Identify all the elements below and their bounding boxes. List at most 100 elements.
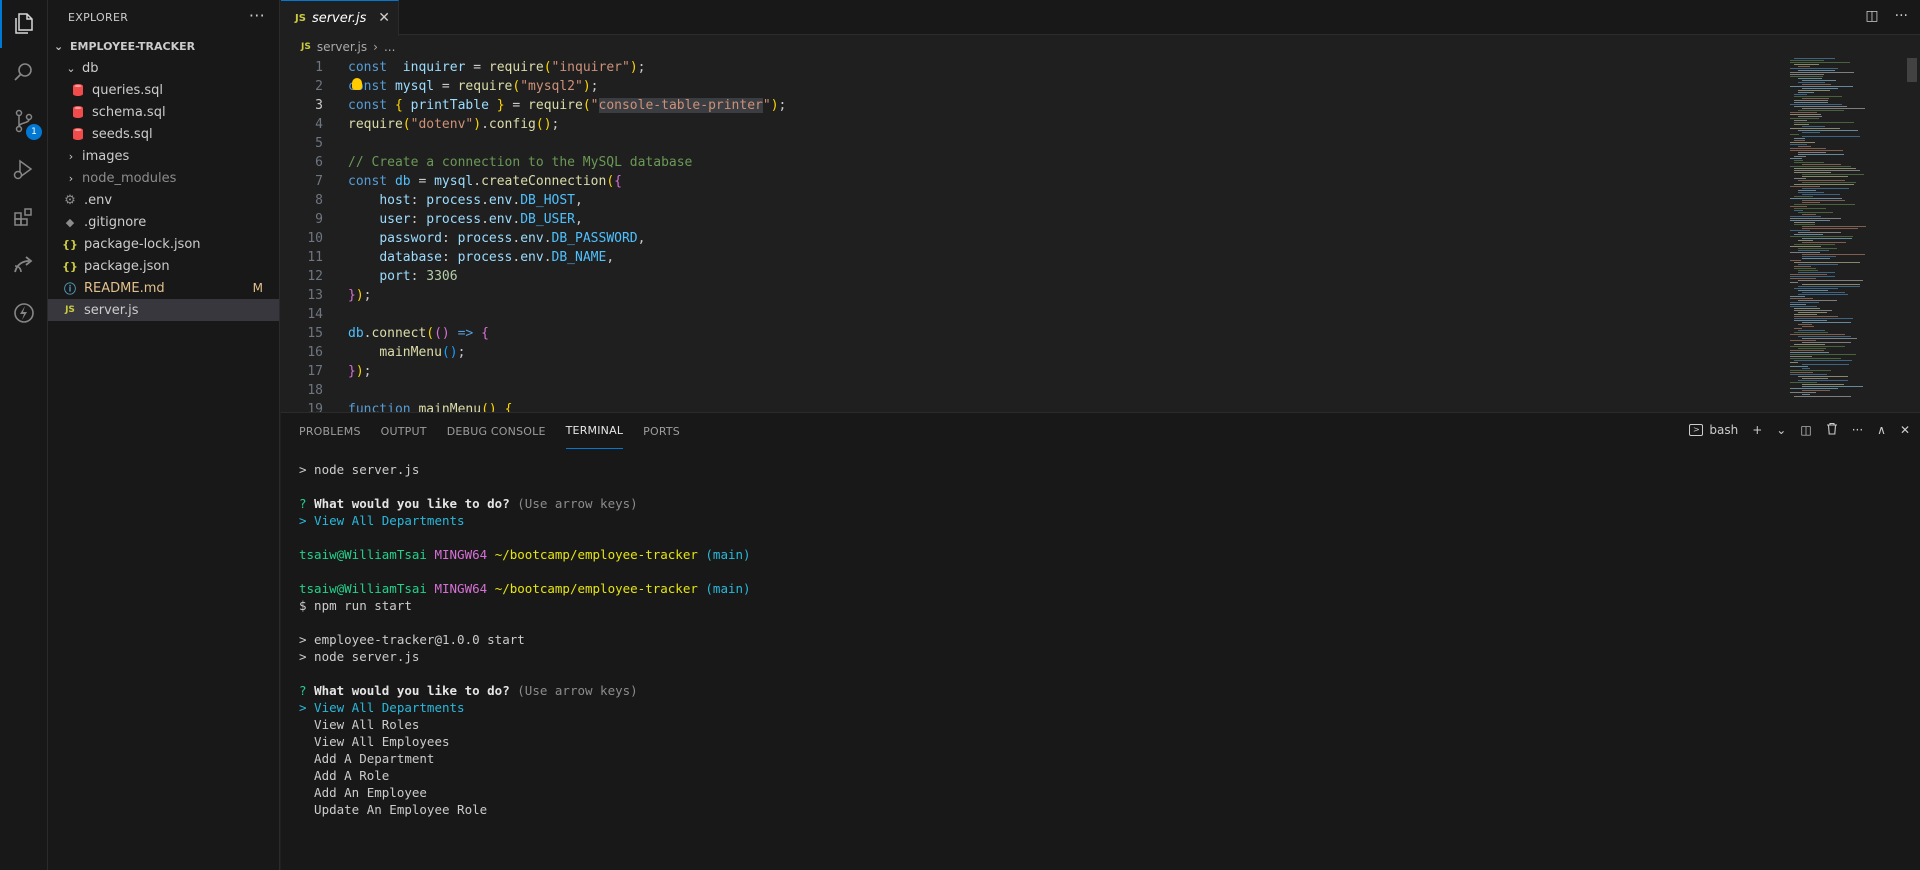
tree-item[interactable]: ⚙ .env <box>48 189 279 211</box>
explorer-header: EXPLORER ··· <box>48 0 279 35</box>
gear-icon: ⚙ <box>64 192 76 208</box>
line-number: 11 <box>307 250 323 265</box>
tree-item-label: .env <box>84 192 113 208</box>
line-number: 14 <box>307 307 323 322</box>
explorer-more-icon[interactable]: ··· <box>249 6 265 25</box>
activity-files[interactable] <box>0 0 48 48</box>
kill-terminal-icon[interactable] <box>1826 422 1838 438</box>
project-name: EMPLOYEE-TRACKER <box>70 39 196 53</box>
tab-output[interactable]: OUTPUT <box>381 413 427 449</box>
tree-item[interactable]: › images <box>48 145 279 167</box>
js-file-icon: JS <box>301 42 311 52</box>
line-number: 13 <box>307 288 323 303</box>
terminal-dropdown-icon[interactable]: ⌄ <box>1776 423 1786 437</box>
files-icon <box>15 13 33 34</box>
terminal-line: > View All Departments <box>299 700 465 715</box>
close-tab-icon[interactable]: ✕ <box>378 10 390 26</box>
activity-remote-explorer[interactable] <box>0 241 48 289</box>
scrollbar-thumb[interactable] <box>1907 58 1917 82</box>
terminal-line: > node server.js <box>299 462 420 477</box>
panel-more-icon[interactable]: ··· <box>1852 423 1863 437</box>
project-folder[interactable]: ⌄ EMPLOYEE-TRACKER <box>48 35 279 57</box>
code-text: const { printTable } = require("console-… <box>348 98 787 113</box>
new-terminal-icon[interactable]: + <box>1752 423 1762 437</box>
maximize-panel-icon[interactable]: ∧ <box>1877 423 1886 437</box>
tree-item-label: README.md <box>84 280 165 296</box>
activity-source-control[interactable]: 1 <box>0 97 48 145</box>
breadcrumb-symbol[interactable]: ... <box>384 40 395 54</box>
line-number: 8 <box>315 193 323 208</box>
database-icon <box>70 126 86 142</box>
code-text: port: 3306 <box>379 269 458 284</box>
tree-item[interactable]: seeds.sql <box>48 123 279 145</box>
terminal-line: Add A Role <box>299 768 390 783</box>
source-control-badge: 1 <box>26 124 42 140</box>
tree-item-label: package-lock.json <box>84 236 201 252</box>
line-number: 3 <box>315 98 323 113</box>
tree-item-label: node_modules <box>82 170 177 186</box>
line-number: 18 <box>307 383 323 398</box>
line-number: 15 <box>307 326 323 341</box>
terminal-instance[interactable]: > bash <box>1689 423 1738 437</box>
tree-item[interactable]: {} package-lock.json <box>48 233 279 255</box>
line-number: 4 <box>315 117 323 132</box>
editor-scrollbar[interactable] <box>1905 58 1919 412</box>
split-editor-icon[interactable]: ◫ <box>1865 8 1878 24</box>
tab-problems[interactable]: PROBLEMS <box>299 413 361 449</box>
tree-item[interactable]: › node_modules <box>48 167 279 189</box>
code-text: host: process.env.DB_HOST, <box>379 193 583 208</box>
code-editor[interactable]: 1 const inquirer = require("inquirer"); 2 c… <box>281 58 1781 412</box>
tree-item-label: seeds.sql <box>92 126 153 142</box>
tab-debug-console[interactable]: DEBUG CONSOLE <box>447 413 546 449</box>
remote-explorer-icon <box>14 256 33 273</box>
terminal-line: Update An Employee Role <box>299 802 488 817</box>
activity-extensions[interactable] <box>0 193 48 241</box>
panel-tabs: PROBLEMS OUTPUT DEBUG CONSOLE TERMINAL PORTS <box>299 413 680 449</box>
tab-server-js[interactable]: JS server.js ✕ <box>281 0 399 36</box>
tree-item[interactable]: {} package.json <box>48 255 279 277</box>
more-actions-icon[interactable]: ··· <box>1895 8 1908 24</box>
extensions-icon <box>14 208 32 226</box>
terminal-line: > View All Departments <box>299 513 465 528</box>
editor-actions: ◫ ··· <box>1865 8 1908 24</box>
js-file-icon: JS <box>65 305 75 315</box>
code-text: mainMenu(); <box>379 345 466 360</box>
split-terminal-icon[interactable]: ◫ <box>1800 423 1811 437</box>
tree-item-label: package.json <box>84 258 170 274</box>
tree-item-label: queries.sql <box>92 82 163 98</box>
tree-item[interactable]: JS server.js <box>48 299 279 321</box>
terminal-icon: > <box>1689 424 1704 436</box>
tree-item[interactable]: schema.sql <box>48 101 279 123</box>
bottom-panel: PROBLEMS OUTPUT DEBUG CONSOLE TERMINAL PORTS… <box>281 412 1920 870</box>
minimap[interactable] <box>1790 58 1900 412</box>
line-number: 10 <box>307 231 323 246</box>
info-icon: ⓘ <box>63 281 76 296</box>
activity-thunder-client[interactable] <box>0 289 48 337</box>
line-number: 17 <box>307 364 323 379</box>
line-number: 1 <box>315 60 323 75</box>
activity-run-debug[interactable] <box>0 145 48 193</box>
code-text: // Create a connection to the MySQL data… <box>348 155 693 170</box>
code-text: function mainMenu() { <box>348 402 513 412</box>
tab-ports[interactable]: PORTS <box>643 413 680 449</box>
terminal-line: tsaiw@WilliamTsai MINGW64 ~/bootcamp/emp… <box>299 547 751 562</box>
tree-item[interactable]: ⌄ db <box>48 57 279 79</box>
tree-item[interactable]: queries.sql <box>48 79 279 101</box>
code-text: user: process.env.DB_USER, <box>379 212 583 227</box>
close-panel-icon[interactable]: ✕ <box>1900 423 1910 437</box>
breadcrumb-file[interactable]: server.js <box>317 40 367 54</box>
line-number: 16 <box>307 345 323 360</box>
git-status-badge: M <box>252 281 263 295</box>
file-tree: ⌄ db queries.sql schema.sql seeds.sql › images… <box>48 57 279 321</box>
breadcrumb: JS server.js › ... <box>281 36 395 58</box>
line-number: 7 <box>315 174 323 189</box>
terminal-line: Add A Department <box>299 751 435 766</box>
run-debug-icon <box>13 159 33 180</box>
tree-item[interactable]: ⓘ README.md M <box>48 277 279 299</box>
activity-search[interactable] <box>0 49 48 97</box>
lightbulb-icon[interactable] <box>352 78 362 90</box>
terminal-line: > node server.js <box>299 649 420 664</box>
tab-terminal[interactable]: TERMINAL <box>565 413 624 449</box>
search-icon <box>14 63 32 81</box>
tree-item[interactable]: ◆ .gitignore <box>48 211 279 233</box>
